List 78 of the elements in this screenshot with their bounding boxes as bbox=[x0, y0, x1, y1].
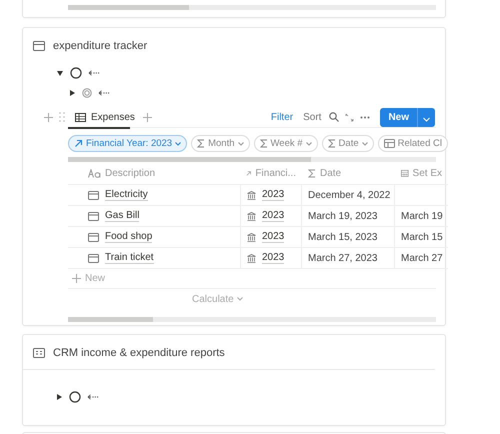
target-icon bbox=[82, 88, 92, 98]
sort-button[interactable]: Sort bbox=[301, 112, 324, 122]
scrollbar[interactable] bbox=[68, 5, 436, 10]
filter-button[interactable]: Filter bbox=[268, 112, 296, 122]
caret-icon bbox=[306, 142, 312, 146]
circle-icon bbox=[70, 67, 82, 79]
table-cell: March 15, 2023 bbox=[302, 227, 395, 247]
column-header[interactable]: Description bbox=[68, 162, 240, 184]
sigma-icon bbox=[260, 139, 268, 148]
table-cell: 2023 bbox=[240, 248, 302, 268]
column-header[interactable]: Set Ex bbox=[395, 162, 448, 184]
new-button[interactable]: New bbox=[380, 108, 417, 126]
table-cell: March 27, 2023 bbox=[302, 248, 395, 268]
sigma-icon bbox=[197, 139, 206, 148]
table-cell-text: March 27 bbox=[400, 252, 444, 266]
collapsed-triangle-icon[interactable] bbox=[68, 89, 76, 97]
table-cell-text: March 15 bbox=[400, 230, 444, 244]
section-title: expenditure tracker bbox=[53, 40, 148, 52]
caret-icon bbox=[236, 297, 243, 301]
plus-icon bbox=[72, 274, 81, 283]
table-icon bbox=[384, 139, 395, 148]
bank-icon bbox=[247, 232, 256, 242]
table-cell: Food shop bbox=[68, 227, 240, 247]
new-dropdown-button[interactable] bbox=[417, 108, 435, 126]
table-cell: Electricity bbox=[68, 185, 240, 205]
table-cell-text: March 19 bbox=[400, 210, 444, 224]
table-cell: March 19, 2023 bbox=[302, 206, 395, 226]
expand-icon[interactable] bbox=[345, 112, 354, 122]
report-icon bbox=[33, 348, 45, 358]
arrow-icon bbox=[246, 168, 252, 178]
database-icon bbox=[33, 41, 45, 51]
table-cell: December 4, 2022 bbox=[302, 185, 395, 205]
filter-chip[interactable]: Date bbox=[322, 135, 374, 152]
table-cell: Gas Bill bbox=[68, 206, 240, 226]
scrollbar[interactable] bbox=[68, 157, 436, 162]
expanded-triangle-icon[interactable] bbox=[56, 69, 64, 77]
filter-chip[interactable]: Related Cl bbox=[378, 135, 448, 152]
calculate-button[interactable]: Calculate bbox=[188, 289, 247, 309]
column-header[interactable]: Date bbox=[302, 162, 395, 184]
add-view-icon[interactable] bbox=[142, 112, 152, 122]
sigma-icon bbox=[328, 139, 336, 148]
page-icon bbox=[88, 232, 99, 242]
page-icon bbox=[88, 254, 99, 262]
section-title: CRM income & expenditure reports bbox=[53, 347, 225, 359]
bank-icon bbox=[247, 190, 256, 200]
caret-icon bbox=[238, 142, 244, 146]
new-row-button[interactable]: New bbox=[68, 269, 436, 289]
arrow-icon bbox=[74, 139, 83, 148]
filter-chip[interactable]: Financial Year: 2023 bbox=[68, 135, 188, 152]
back-arrow-icon bbox=[87, 394, 99, 400]
caret-icon bbox=[175, 142, 182, 146]
collapsed-triangle-icon[interactable] bbox=[55, 393, 63, 401]
search-icon[interactable] bbox=[329, 112, 340, 122]
back-arrow-icon bbox=[88, 70, 100, 76]
more-icon[interactable] bbox=[360, 116, 370, 118]
page-icon bbox=[88, 190, 99, 200]
caret-icon bbox=[362, 142, 368, 146]
add-icon[interactable] bbox=[44, 112, 53, 122]
filter-chip[interactable]: Week # bbox=[254, 135, 318, 152]
sigma-icon bbox=[308, 168, 316, 178]
bank-icon bbox=[247, 212, 256, 220]
table-cell: 2023 bbox=[240, 206, 302, 226]
table-cell: 2023 bbox=[240, 185, 302, 205]
scrollbar[interactable] bbox=[68, 317, 436, 322]
page-icon bbox=[88, 212, 99, 220]
view-tab[interactable]: Expenses bbox=[73, 112, 137, 122]
calendar-icon bbox=[401, 168, 409, 178]
back-arrow-icon bbox=[98, 90, 110, 96]
caret-icon bbox=[423, 116, 430, 122]
table-icon bbox=[75, 112, 86, 122]
text-type-icon bbox=[88, 168, 101, 178]
filter-chip[interactable]: Month bbox=[191, 135, 250, 152]
drag-handle-icon[interactable] bbox=[59, 112, 65, 122]
column-header[interactable]: Financi... bbox=[240, 162, 302, 184]
table-cell: Train ticket bbox=[68, 248, 240, 268]
table-cell: 2023 bbox=[240, 227, 302, 247]
circle-icon bbox=[69, 391, 81, 403]
bank-icon bbox=[247, 254, 256, 262]
